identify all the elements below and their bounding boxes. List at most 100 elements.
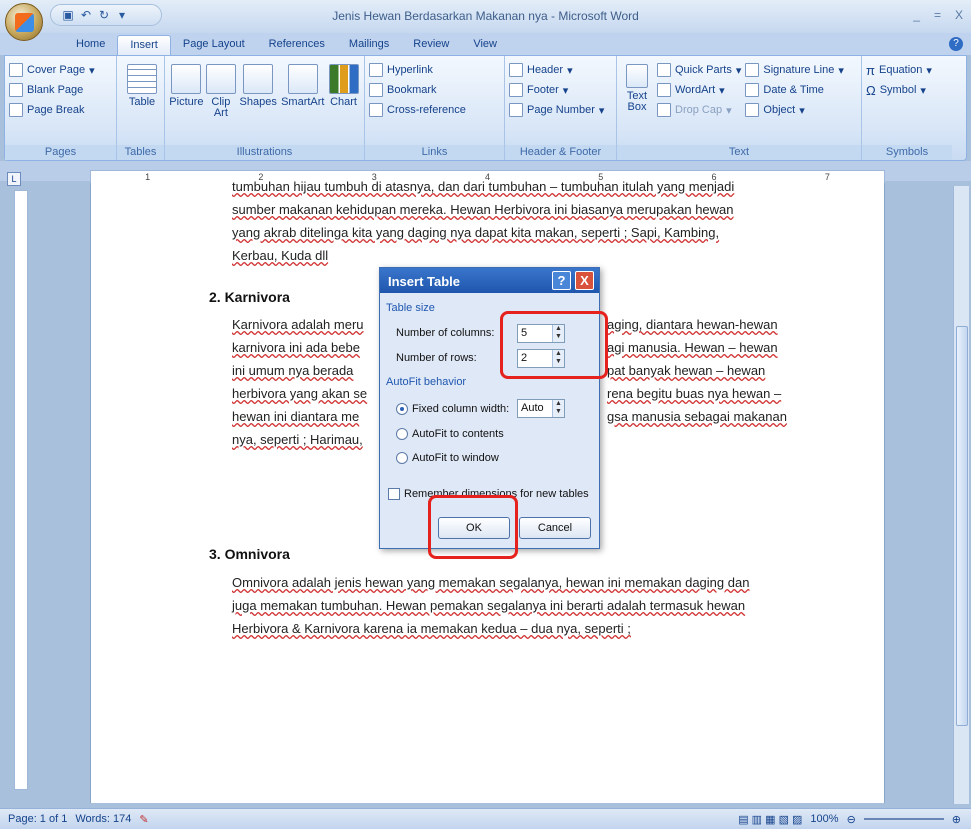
footer-button[interactable]: Footer ▾ [509, 80, 612, 100]
group-links: Hyperlink Bookmark Cross-reference Links [365, 56, 505, 160]
maximize-button[interactable]: = [934, 8, 941, 22]
group-header-footer: Header ▾ Footer ▾ Page Number ▾ Header &… [505, 56, 617, 160]
table-button[interactable]: Table [121, 60, 163, 108]
vertical-ruler[interactable] [14, 190, 28, 790]
object-icon [745, 103, 760, 117]
text-box-icon [626, 64, 648, 88]
columns-label: Number of columns: [396, 327, 495, 339]
tab-mailings[interactable]: Mailings [337, 35, 401, 55]
zoom-level[interactable]: 100% [810, 813, 838, 825]
drop-cap-icon [657, 103, 671, 117]
minimize-button[interactable]: _ [913, 8, 920, 22]
paragraph-karnivora-left: Karnivora adalah meru karnivora ini ada … [232, 317, 368, 447]
heading-karnivora: 2. Karnivora [209, 289, 290, 305]
wordart-icon [657, 83, 671, 97]
rows-label: Number of rows: [396, 352, 477, 364]
dialog-close-button[interactable]: X [575, 271, 594, 290]
tab-insert[interactable]: Insert [117, 35, 171, 55]
footer-icon [509, 83, 523, 97]
page-count[interactable]: Page: 1 of 1 [8, 813, 67, 825]
hyperlink-icon [369, 63, 383, 77]
cross-reference-button[interactable]: Cross-reference [369, 100, 500, 120]
page-break-icon [9, 103, 23, 117]
group-label-tables: Tables [117, 145, 164, 160]
status-bar: Page: 1 of 1 Words: 174 ✎ ▤ ▥ ▦ ▧ ▨ 100%… [0, 808, 971, 829]
signature-line-button[interactable]: Signature Line ▾ [745, 60, 844, 80]
highlight-box-ok [428, 495, 518, 559]
close-button[interactable]: X [955, 8, 963, 22]
quick-parts-button[interactable]: Quick Parts ▾ [657, 60, 741, 80]
table-icon [127, 64, 157, 94]
picture-icon [171, 64, 202, 94]
page-number-button[interactable]: Page Number ▾ [509, 100, 612, 120]
dialog-title: Insert Table [388, 274, 461, 289]
title-bar: ▣ ↶ ↻ ▾ Jenis Hewan Berdasarkan Makanan … [0, 0, 971, 41]
pi-icon: π [866, 62, 875, 78]
zoom-in-icon[interactable]: ⊕ [952, 813, 961, 826]
header-icon [509, 63, 523, 77]
checkbox-icon [388, 488, 400, 500]
autofit-contents-radio[interactable]: AutoFit to contents [396, 428, 504, 440]
autofit-window-radio[interactable]: AutoFit to window [396, 452, 499, 464]
wordart-button[interactable]: WordArt ▾ [657, 80, 741, 100]
hyperlink-button[interactable]: Hyperlink [369, 60, 500, 80]
tab-selector[interactable]: L [7, 172, 21, 186]
heading-omnivora: 3. Omnivora [209, 546, 290, 562]
blank-page-icon [9, 83, 23, 97]
cross-reference-icon [369, 103, 383, 117]
paragraph-karnivora-right: aging, diantara hewan-hewan agi manusia.… [607, 317, 787, 424]
cover-page-button[interactable]: Cover Page ▾ [9, 60, 112, 80]
group-label-pages: Pages [5, 145, 116, 160]
column-width-spinner[interactable]: Auto ▲ ▼ [517, 399, 565, 418]
smartart-icon [287, 64, 318, 94]
equation-button[interactable]: π Equation ▾ [866, 60, 948, 80]
group-label-illustrations: Illustrations [165, 145, 364, 160]
blank-page-button[interactable]: Blank Page [9, 80, 112, 100]
zoom-out-icon[interactable]: ⊖ [847, 813, 856, 826]
group-illustrations: Picture Clip Art Shapes SmartArt Chart I… [165, 56, 365, 160]
tab-review[interactable]: Review [401, 35, 461, 55]
drop-cap-button[interactable]: Drop Cap ▾ [657, 100, 741, 120]
tab-references[interactable]: References [257, 35, 337, 55]
tab-home[interactable]: Home [64, 35, 117, 55]
quick-parts-icon [657, 63, 671, 77]
proofing-icon[interactable]: ✎ [139, 813, 148, 826]
office-button[interactable] [5, 3, 43, 41]
group-tables: Table Tables [117, 56, 165, 160]
group-label-links: Links [365, 145, 504, 160]
tab-view[interactable]: View [461, 35, 509, 55]
cover-page-icon [9, 63, 23, 77]
help-icon[interactable]: ? [949, 37, 963, 51]
date-time-button[interactable]: Date & Time [745, 80, 843, 100]
group-label-header-footer: Header & Footer [505, 145, 616, 160]
zoom-slider[interactable] [863, 818, 944, 820]
word-count[interactable]: Words: 174 [75, 813, 131, 825]
clip-art-icon [205, 64, 236, 94]
object-button[interactable]: Object ▾ [745, 100, 843, 120]
header-button[interactable]: Header ▾ [509, 60, 612, 80]
table-size-label: Table size [386, 302, 435, 314]
page-break-button[interactable]: Page Break [9, 100, 112, 120]
group-text: Text Box Quick Parts ▾ WordArt ▾ Drop Ca… [617, 56, 862, 160]
ribbon: Cover Page ▾ Blank Page Page Break Pages… [4, 55, 967, 161]
vertical-scrollbar[interactable] [953, 186, 969, 804]
symbol-button[interactable]: Ω Symbol ▾ [866, 80, 948, 100]
dialog-help-button[interactable]: ? [552, 271, 571, 290]
highlight-box-columns-rows [500, 311, 608, 379]
spinner-arrows-icon[interactable]: ▲ ▼ [552, 400, 564, 417]
radio-icon [396, 428, 408, 440]
cancel-button[interactable]: Cancel [519, 517, 591, 539]
chart-icon [328, 64, 359, 94]
autofit-behavior-label: AutoFit behavior [386, 376, 467, 388]
group-label-symbols: Symbols [862, 145, 952, 160]
radio-icon [396, 452, 408, 464]
bookmark-button[interactable]: Bookmark [369, 80, 500, 100]
scrollbar-thumb[interactable] [956, 326, 968, 726]
fixed-column-width-radio[interactable]: Fixed column width: [396, 403, 509, 415]
group-symbols: π Equation ▾ Ω Symbol ▾ Symbols [862, 56, 952, 160]
group-label-text: Text [617, 145, 861, 160]
view-buttons[interactable]: ▤ ▥ ▦ ▧ ▨ [738, 813, 802, 826]
shapes-icon [243, 64, 274, 94]
group-pages: Cover Page ▾ Blank Page Page Break Pages [5, 56, 117, 160]
tab-page-layout[interactable]: Page Layout [171, 35, 257, 55]
